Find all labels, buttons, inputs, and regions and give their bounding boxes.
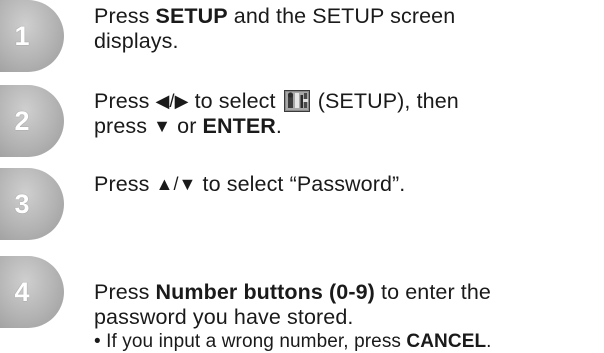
cancel-key-label: CANCEL — [406, 331, 487, 352]
step-2: 2 Press ◀/▶ to select (SETUP), then pres… — [0, 85, 604, 157]
step-4-note: • If you input a wrong number, press CAN… — [94, 331, 492, 352]
step-number: 2 — [14, 106, 30, 136]
up-down-arrows-icon: ▲/▼ — [155, 174, 197, 194]
left-right-arrows-icon: ◀/▶ — [155, 91, 189, 111]
step-3-text: Press ▲/▼ to select “Password”. — [94, 172, 406, 196]
step-4-text: Press Number buttons (0-9) to enter the … — [94, 280, 598, 353]
step-number: 4 — [14, 277, 30, 307]
down-arrow-icon: ▼ — [153, 116, 172, 136]
step-number: 3 — [14, 189, 30, 219]
setup-key-label: SETUP — [155, 4, 228, 28]
number-buttons-label: Number buttons (0-9) — [155, 280, 375, 304]
step-2-text: Press ◀/▶ to select (SETUP), then press … — [94, 89, 459, 138]
step-1-text: Press SETUP and the SETUP screen display… — [94, 4, 456, 53]
enter-key-label: ENTER — [202, 114, 276, 138]
setup-icon — [283, 90, 310, 112]
step-4: 4 Press Number buttons (0-9) to enter th… — [0, 256, 604, 352]
step-1: 1 Press SETUP and the SETUP screen displ… — [0, 0, 604, 72]
step-3: 3 Press ▲/▼ to select “Password”. — [0, 168, 604, 240]
step-number: 1 — [14, 21, 30, 51]
